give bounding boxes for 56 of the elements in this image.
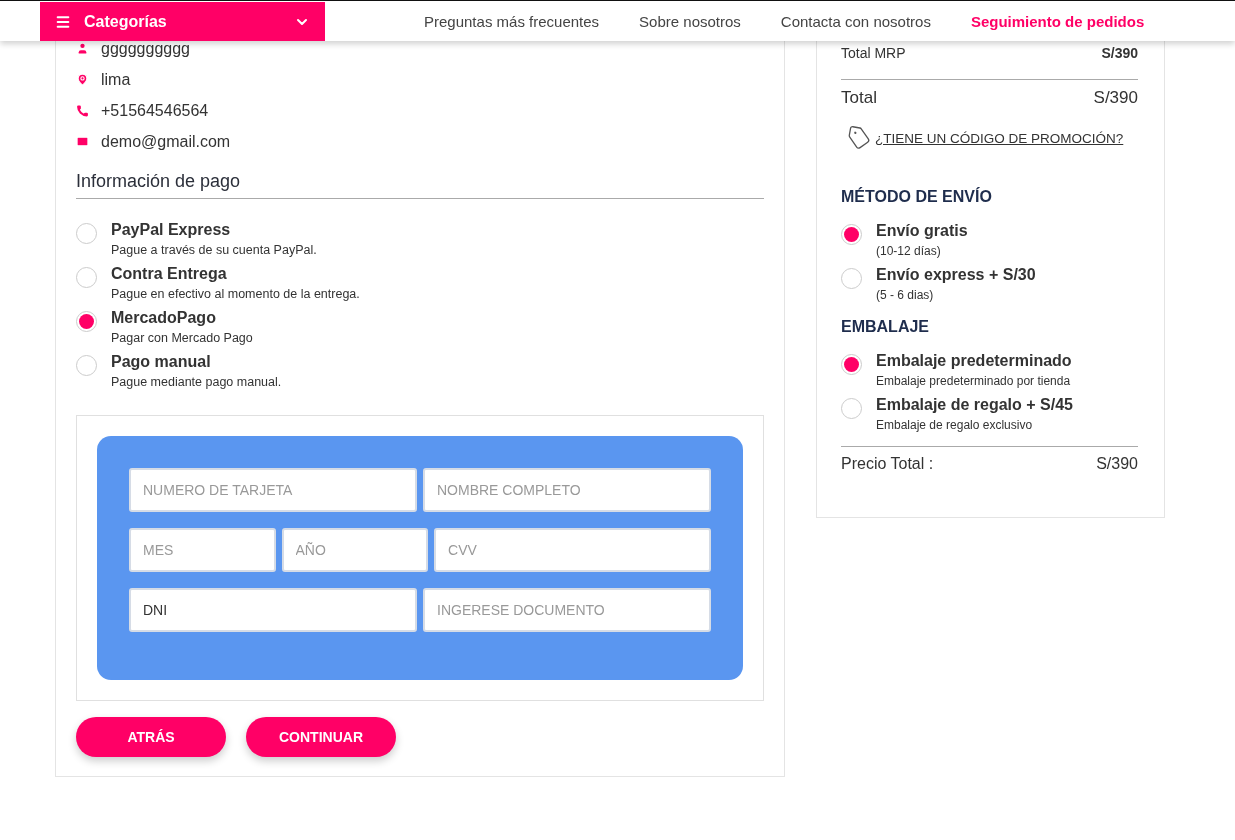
section-heading: EMBALAJE (841, 318, 930, 336)
user-icon (76, 41, 89, 56)
option-label: MercadoPago (111, 309, 217, 327)
option-label: Envío express + S/30 (876, 266, 1036, 284)
promo-code-link[interactable]: ¿TIENE UN CÓDIGO DE PROMOCIÓN? (875, 130, 1124, 146)
radio-button[interactable] (841, 354, 862, 375)
option-description: Pague a través de su cuenta PayPal. (111, 243, 317, 257)
option-description: (5 - 6 dias) (876, 288, 935, 302)
contact-text: +51564546564 (101, 101, 209, 120)
location-pin-icon (76, 72, 89, 87)
nav-link[interactable]: Sobre nosotros (639, 12, 741, 30)
option-label: PayPal Express (111, 221, 232, 239)
input-field[interactable]: MES (129, 528, 276, 572)
option-label: Envío gratis (876, 222, 968, 240)
contact-text: gggggggggg (101, 39, 190, 58)
section-heading: Información de pago (76, 171, 764, 199)
back-button[interactable]: ATRÁS (76, 717, 226, 757)
contact-text: lima (101, 70, 131, 89)
option-description: Pague mediante pago manual. (111, 375, 282, 389)
input-field[interactable]: AÑO (281, 528, 429, 572)
nav-link[interactable]: Contacta con nosotros (780, 12, 931, 30)
radio-button[interactable] (841, 268, 862, 289)
categories-button[interactable]: Categorías (40, 2, 325, 41)
radio-button[interactable] (841, 224, 862, 245)
option-label: Pago manual (111, 353, 212, 371)
input-field[interactable]: CVV (434, 528, 711, 572)
input-field[interactable]: NUMERO DE TARJETA (129, 468, 417, 512)
option-description: Embalaje de regalo exclusivo (876, 418, 1034, 432)
option-label: Embalaje predeterminado (876, 352, 1072, 370)
radio-button[interactable] (76, 355, 97, 376)
radio-button[interactable] (76, 311, 97, 332)
document-type-select[interactable]: DNI (129, 588, 417, 632)
contact-text: demo@gmail.com (101, 132, 231, 151)
summary-value: S/390 (1101, 45, 1138, 61)
option-description: Pague en efectivo al momento de la entrega. (111, 287, 360, 301)
option-description: (10-12 días) (876, 244, 942, 258)
summary-value: S/390 (1093, 88, 1138, 108)
nav-link[interactable]: Preguntas más frecuentes (424, 12, 600, 30)
option-description: Embalaje predeterminado por tienda (876, 374, 1072, 388)
summary-label: Total MRP (841, 45, 906, 61)
input-field[interactable]: INGERESE DOCUMENTO (423, 588, 711, 632)
radio-button[interactable] (76, 267, 97, 288)
continue-button[interactable]: CONTINUAR (246, 717, 396, 757)
summary-value: S/390 (1096, 455, 1138, 473)
summary-label: Precio Total : (841, 455, 934, 473)
option-label: Embalaje de regalo + S/45 (876, 396, 1073, 414)
nav-link[interactable]: Seguimiento de pedidos (970, 12, 1145, 30)
section-heading: MÉTODO DE ENVÍO (841, 188, 993, 206)
menu-icon (55, 13, 71, 30)
option-description: Pagar con Mercado Pago (111, 331, 253, 345)
option-label: Contra Entrega (111, 265, 228, 283)
radio-button[interactable] (76, 223, 97, 244)
phone-icon (76, 103, 89, 118)
radio-button[interactable] (841, 398, 862, 419)
input-field[interactable]: NOMBRE COMPLETO (423, 468, 711, 512)
summary-label: Total (841, 88, 877, 108)
